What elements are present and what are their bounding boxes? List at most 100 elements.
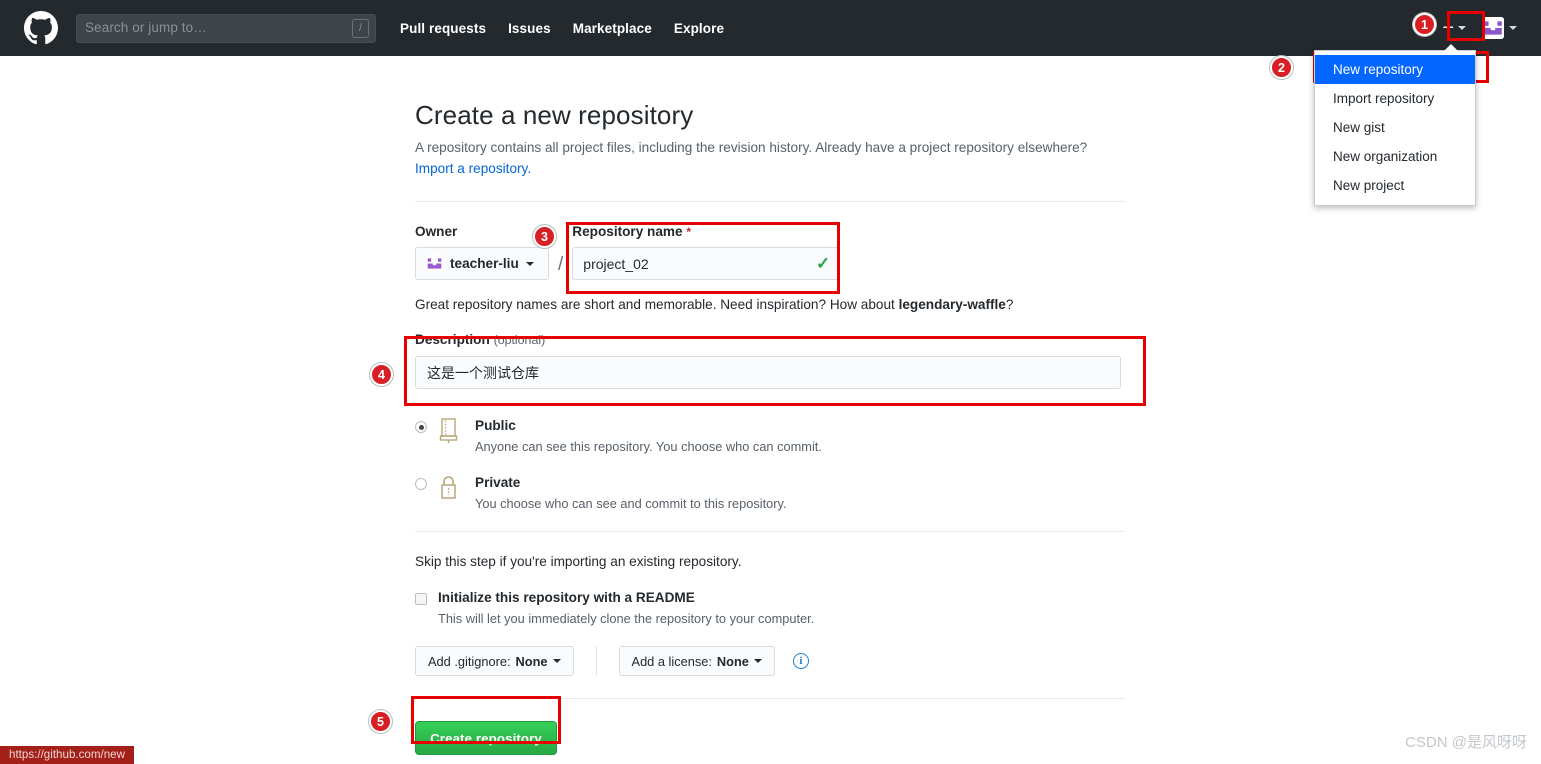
divider-middle [415, 531, 1125, 533]
owner-and-name-row: Owner teacher-liu / Repository name * pr… [415, 224, 1125, 281]
repository-name-label-text: Repository name [572, 224, 683, 240]
github-mark-icon[interactable] [24, 11, 58, 45]
menu-item-new-repository[interactable]: New repository [1315, 55, 1475, 84]
new-repository-form: Create a new repository A repository con… [415, 100, 1125, 756]
chevron-down-icon [753, 659, 762, 664]
owner-label: Owner [415, 224, 458, 240]
lock-icon [439, 474, 465, 506]
owner-name-separator: / [558, 254, 564, 276]
annotation-badge-3: 3 [533, 225, 556, 248]
check-icon: ✓ [816, 253, 831, 273]
annotation-badge-1: 1 [1413, 13, 1436, 36]
visibility-private-subtitle: You choose who can see and commit to thi… [475, 496, 787, 512]
dropdown-arrow-icon [1444, 44, 1458, 51]
create-new-button[interactable]: + [1442, 18, 1466, 38]
watermark: CSDN @是风呀呀 [1405, 734, 1527, 751]
import-repository-link[interactable]: Import a repository. [415, 161, 531, 176]
page-description-text: A repository contains all project files,… [415, 140, 1088, 155]
license-value: None [716, 653, 749, 669]
description-label: Description (optional) [415, 332, 1125, 347]
owner-field-group: Owner teacher-liu [415, 224, 549, 281]
owner-value: teacher-liu [450, 256, 519, 272]
annotation-badge-4: 4 [370, 363, 393, 386]
gitignore-value: None [515, 653, 548, 669]
user-avatar-icon [1482, 17, 1504, 39]
create-new-dropdown-menu: New repository Import repository New gis… [1314, 44, 1476, 206]
menu-item-new-gist[interactable]: New gist [1315, 113, 1475, 142]
page-title: Create a new repository [415, 100, 694, 130]
menu-item-label: New repository [1333, 62, 1424, 77]
header-right-controls: + [1442, 17, 1527, 39]
repository-name-input[interactable]: project_02 ✓ [572, 247, 841, 281]
menu-item-import-repository[interactable]: Import repository [1315, 84, 1475, 113]
gitignore-select-button[interactable]: Add .gitignore: None [415, 646, 574, 677]
annotation-badge-2: 2 [1270, 56, 1293, 79]
search-shortcut-key: / [352, 18, 369, 38]
visibility-private-title: Private [475, 475, 521, 491]
nav-issues[interactable]: Issues [508, 21, 551, 36]
owner-select-button[interactable]: teacher-liu [415, 247, 549, 281]
checkbox-initialize-readme[interactable] [415, 593, 427, 606]
menu-item-label: New project [1333, 178, 1405, 193]
search-input[interactable]: Search or jump to… / [76, 13, 376, 43]
repository-name-value: project_02 [583, 255, 649, 272]
visibility-option-public[interactable]: Public Anyone can see this repository. Y… [415, 417, 1125, 454]
description-label-text: Description [415, 332, 490, 348]
menu-item-label: New organization [1333, 149, 1438, 164]
plus-icon: + [1442, 17, 1454, 39]
visibility-private-text: Private You choose who can see and commi… [475, 474, 787, 511]
nav-pull-requests[interactable]: Pull requests [400, 21, 486, 36]
info-icon[interactable]: i [792, 653, 809, 670]
license-select-button[interactable]: Add a license: None [618, 646, 775, 677]
global-header: Search or jump to… / Pull requests Issue… [0, 0, 1541, 56]
readme-label: Initialize this repository with a README [438, 590, 695, 606]
readme-subtitle: This will let you immediately clone the … [438, 611, 815, 627]
visibility-public-text: Public Anyone can see this repository. Y… [475, 417, 822, 454]
menu-item-label: New gist [1333, 120, 1385, 135]
menu-item-new-organization[interactable]: New organization [1315, 142, 1475, 171]
skip-note: Skip this step if you're importing an ex… [415, 554, 742, 570]
primary-nav: Pull requests Issues Marketplace Explore [400, 21, 724, 36]
radio-public[interactable] [415, 421, 427, 434]
divider-top [415, 201, 1125, 203]
visibility-option-private[interactable]: Private You choose who can see and commi… [415, 474, 1125, 511]
nav-marketplace[interactable]: Marketplace [573, 21, 652, 36]
repository-name-hint: Great repository names are short and mem… [415, 297, 1125, 312]
page-description: A repository contains all project files,… [415, 137, 1125, 179]
chevron-down-icon [552, 659, 561, 664]
description-field-group: Description (optional) 这是一个测试仓库 [415, 332, 1125, 390]
owner-avatar-icon [426, 255, 443, 273]
readme-option[interactable]: Initialize this repository with a README… [415, 589, 1125, 626]
hint-suggestion: legendary-waffle [898, 297, 1006, 313]
gitignore-label: Add .gitignore: [428, 653, 511, 669]
description-optional-text: (optional) [493, 333, 546, 348]
chevron-down-icon [525, 261, 534, 266]
user-menu-button[interactable] [1482, 17, 1517, 39]
visibility-options: Public Anyone can see this repository. Y… [415, 417, 1125, 511]
create-repository-button[interactable]: Create repository [415, 721, 557, 756]
template-selectors: Add .gitignore: None Add a license: None… [415, 646, 1125, 677]
chevron-down-icon [1458, 26, 1466, 30]
search-placeholder: Search or jump to… [85, 20, 207, 36]
visibility-public-title: Public [475, 418, 516, 434]
description-input[interactable]: 这是一个测试仓库 [415, 356, 1121, 390]
hint-suffix: ? [1005, 297, 1014, 313]
divider-bottom [415, 698, 1125, 700]
readme-text-group: Initialize this repository with a README… [438, 589, 814, 626]
radio-private[interactable] [415, 478, 427, 491]
repository-name-label: Repository name * [572, 224, 1125, 239]
required-asterisk: * [686, 225, 692, 240]
page-root: Search or jump to… / Pull requests Issue… [0, 0, 1541, 764]
nav-explore[interactable]: Explore [674, 21, 724, 36]
repo-book-icon [439, 417, 465, 449]
repository-name-field-group: Repository name * project_02 ✓ [572, 224, 1125, 281]
menu-item-new-project[interactable]: New project [1315, 171, 1475, 200]
description-value: 这是一个测试仓库 [427, 364, 539, 381]
license-label: Add a license: [631, 653, 712, 669]
annotation-badge-5: 5 [369, 710, 392, 733]
selector-divider [595, 646, 597, 677]
chevron-down-icon [1509, 26, 1517, 30]
browser-status-bar: https://github.com/new [0, 746, 134, 764]
hint-prefix: Great repository names are short and mem… [415, 297, 899, 313]
visibility-public-subtitle: Anyone can see this repository. You choo… [475, 439, 822, 455]
